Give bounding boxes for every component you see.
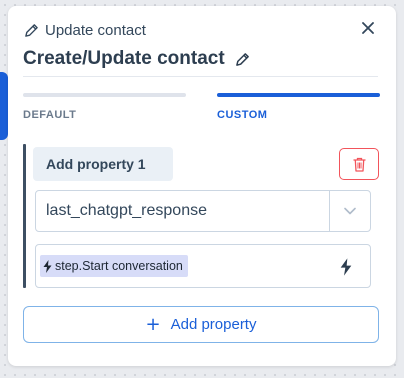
tab-default[interactable]: DEFAULT [23,93,186,123]
plus-icon: + [145,313,161,335]
close-button[interactable] [358,18,378,38]
tab-label: DEFAULT [23,109,77,121]
delete-property-button[interactable] [339,148,379,180]
add-property-label: Add property [170,316,257,333]
left-edge-accent [0,72,8,140]
variable-token[interactable]: step.Start conversation [40,255,188,277]
variable-token-label: step.Start conversation [55,259,183,273]
property-select[interactable]: last_chatgpt_response [35,190,371,232]
add-property-button[interactable]: + Add property [23,306,379,343]
close-icon [362,22,374,34]
property-value-input[interactable]: step.Start conversation [35,244,371,288]
tab-label: CUSTOM [217,109,268,121]
page-title: Create/Update contact [23,48,225,69]
action-panel: Update contact Create/Update contact DEF… [8,6,396,366]
pencil-icon [24,23,39,38]
trash-icon [352,157,366,172]
tab-custom[interactable]: CUSTOM [217,93,380,123]
lightning-icon [43,259,52,273]
header-divider [23,76,378,77]
title-row: Create/Update contact [23,46,250,72]
tab-indicator [217,93,380,97]
insert-variable-button[interactable] [336,256,356,278]
property-block: Add property 1 last_chatgpt_response ste… [23,144,380,288]
panel-header: Update contact [24,20,146,40]
property-select-value: last_chatgpt_response [46,202,207,219]
property-name: Add property 1 [33,147,173,181]
pencil-icon [235,52,249,66]
edit-title-button[interactable] [235,52,250,67]
lightning-icon [340,258,352,276]
chevron-down-icon[interactable] [330,191,370,231]
property-rail [23,144,26,288]
tab-indicator [23,93,186,97]
panel-subtitle: Update contact [45,21,146,39]
